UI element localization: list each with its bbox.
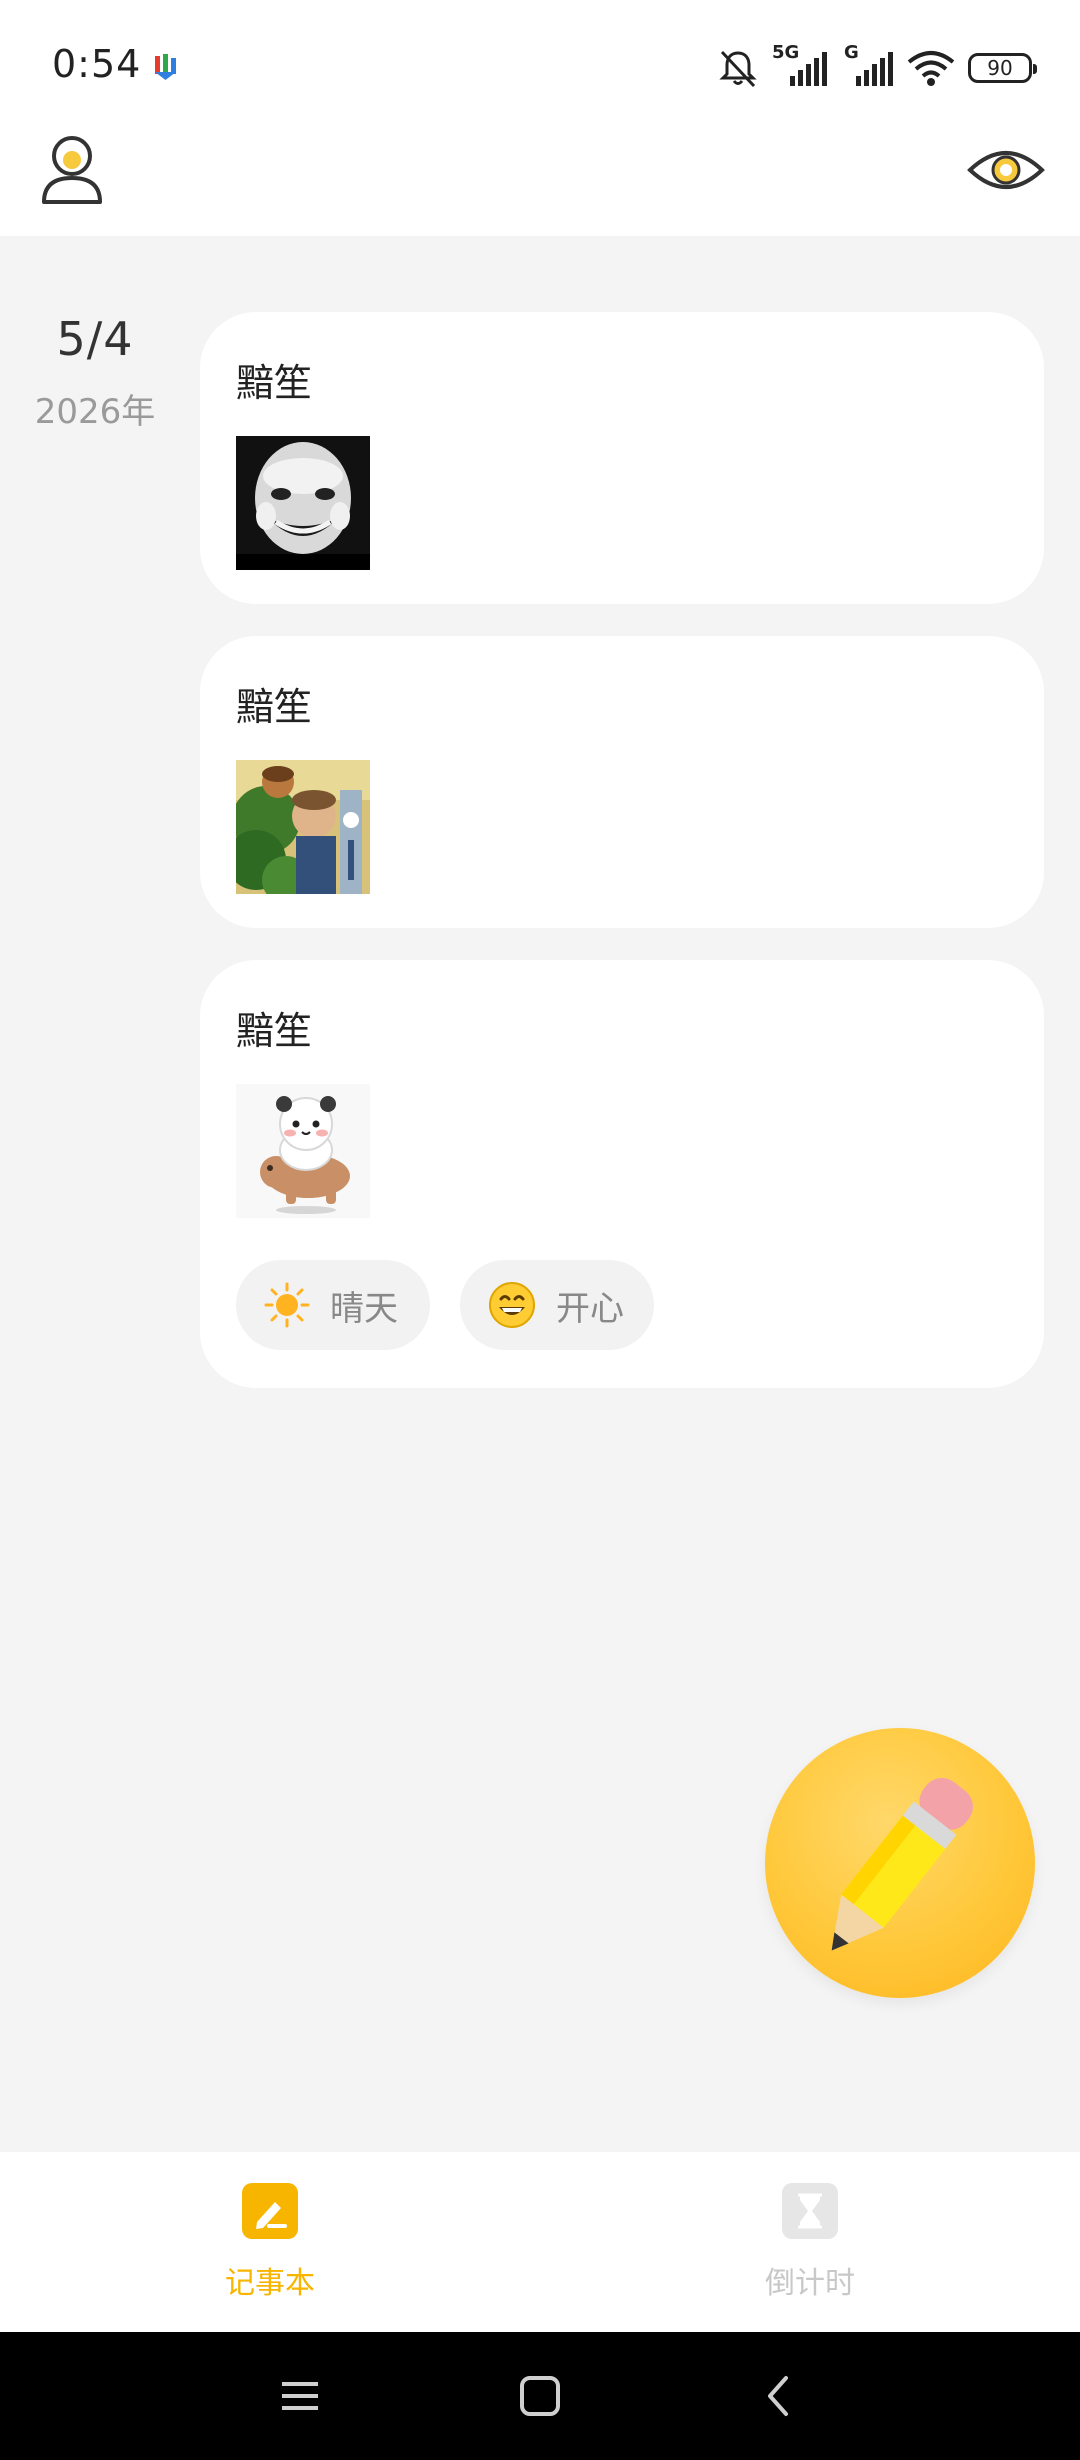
notebook-icon	[242, 2183, 298, 2239]
mood-label: 开心	[556, 1288, 624, 1329]
system-navigation-bar	[0, 2332, 1080, 2460]
entry-title: 黯笙	[236, 1009, 313, 1053]
pencil-icon	[831, 1778, 973, 1951]
weather-tag[interactable]: 晴天	[236, 1260, 430, 1350]
menu-icon[interactable]	[276, 2372, 324, 2420]
entry-title: 黯笙	[236, 361, 313, 405]
new-entry-button[interactable]	[765, 1728, 1035, 1998]
panda-capybara-sticker-image[interactable]	[236, 1084, 370, 1218]
home-icon[interactable]	[516, 2372, 564, 2420]
weather-label: 晴天	[330, 1288, 398, 1329]
mood-tag[interactable]: 开心	[460, 1260, 654, 1350]
battery-indicator: 90	[968, 53, 1037, 83]
tab-countdown-label: 倒计时	[765, 2266, 855, 2301]
status-indicators: 5G G 90	[716, 42, 1037, 92]
user-icon[interactable]	[36, 130, 108, 210]
hourglass-icon	[782, 2183, 838, 2239]
status-time: 0:54	[52, 42, 142, 86]
sun-icon	[264, 1282, 310, 1328]
app-screen: 0:54 5G G 90 5/4 2026年 黯笙 黯笙 黯笙 晴天 开心 记事…	[0, 0, 1080, 2460]
entry-card[interactable]: 黯笙	[200, 960, 1044, 1388]
grinning-face-icon	[489, 1282, 535, 1328]
mute-bell-icon	[719, 50, 757, 88]
entry-card[interactable]: 黯笙	[200, 636, 1044, 928]
date-year: 2026年	[34, 392, 156, 432]
entry-title: 黯笙	[236, 685, 313, 729]
face-sticker-image[interactable]	[236, 436, 370, 570]
tab-countdown[interactable]: 倒计时	[680, 2182, 940, 2302]
entry-card[interactable]: 黯笙	[200, 312, 1044, 604]
tab-notebook[interactable]: 记事本	[140, 2182, 400, 2302]
top-bar	[0, 112, 1080, 236]
back-icon[interactable]	[756, 2372, 804, 2420]
date-day: 5/4	[56, 312, 134, 366]
cartoon-scene-image[interactable]	[236, 760, 370, 894]
date-group-label: 5/4 2026年	[0, 312, 190, 433]
signal-5g-icon: 5G	[772, 42, 830, 90]
download-app-icon	[155, 54, 176, 80]
eye-icon[interactable]	[966, 142, 1046, 198]
battery-level: 90	[987, 56, 1013, 80]
signal-g-icon: G	[842, 42, 894, 90]
bottom-nav: 记事本 倒计时	[0, 2152, 1080, 2332]
wifi-icon	[907, 51, 955, 86]
tab-notebook-label: 记事本	[225, 2266, 315, 2301]
